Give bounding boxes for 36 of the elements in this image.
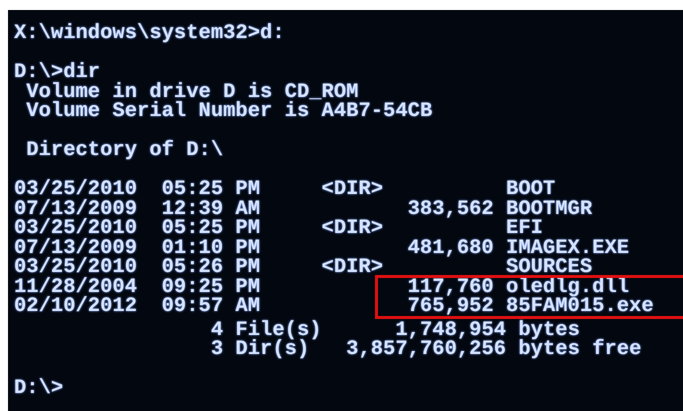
filename-cell: BOOT <box>506 180 556 200</box>
console-line: D:\>dir <box>14 63 100 82</box>
type-cell: <DIR> <box>322 180 384 200</box>
time-cell-text: 12:39 AM <box>162 200 262 219</box>
filename-cell: oledlg.dll <box>506 278 630 297</box>
size-cell-text: 117,760 <box>406 278 494 297</box>
type-cell: <DIR> <box>322 258 384 278</box>
date-cell-text: 02/10/2012 <box>14 297 138 316</box>
date-cell-text: 03/25/2010 <box>14 180 138 200</box>
time-cell-text: 09:57 AM <box>162 297 262 316</box>
date-cell-text: 03/25/2010 <box>14 219 138 238</box>
time-cell-text: 05:25 PM <box>162 180 262 200</box>
time-cell-text: 05:26 PM <box>162 258 262 278</box>
console-line: Volume in drive D is CD_ROM <box>25 82 358 102</box>
size-cell-text: 481,680 <box>406 238 494 258</box>
filename-cell: EFI <box>506 219 543 238</box>
date-cell-text: 03/25/2010 <box>14 258 138 278</box>
time-cell-text: 01:10 PM <box>162 238 262 258</box>
size-cell-text: 383,562 <box>406 200 494 219</box>
console-line: X:\windows\system32>d: <box>14 24 285 44</box>
console-line: Volume Serial Number is A4B7-54CB <box>25 102 432 122</box>
console-line: Directory of D:\ <box>25 141 224 160</box>
type-cell: <DIR> <box>322 219 384 238</box>
console-line: 3 Dir(s) 3,857,760,256 bytes free <box>210 340 642 360</box>
filename-cell: IMAGEX.EXE <box>506 238 630 258</box>
date-cell-text: 11/28/2004 <box>14 278 138 297</box>
console-line: 4 File(s) 1,748,954 bytes <box>210 320 580 340</box>
time-cell-text: 05:25 PM <box>162 219 262 238</box>
size-cell-text: 765,952 <box>406 297 494 316</box>
time-cell-text: 09:25 PM <box>162 278 262 297</box>
filename-cell: BOOTMGR <box>506 200 592 219</box>
command-prompt: D:\> <box>14 379 64 398</box>
filename-cell: 85FAM015.exe <box>506 297 654 316</box>
date-cell-text: 07/13/2009 <box>14 200 138 219</box>
filename-cell: SOURCES <box>506 258 592 278</box>
date-cell-text: 07/13/2009 <box>14 238 138 258</box>
